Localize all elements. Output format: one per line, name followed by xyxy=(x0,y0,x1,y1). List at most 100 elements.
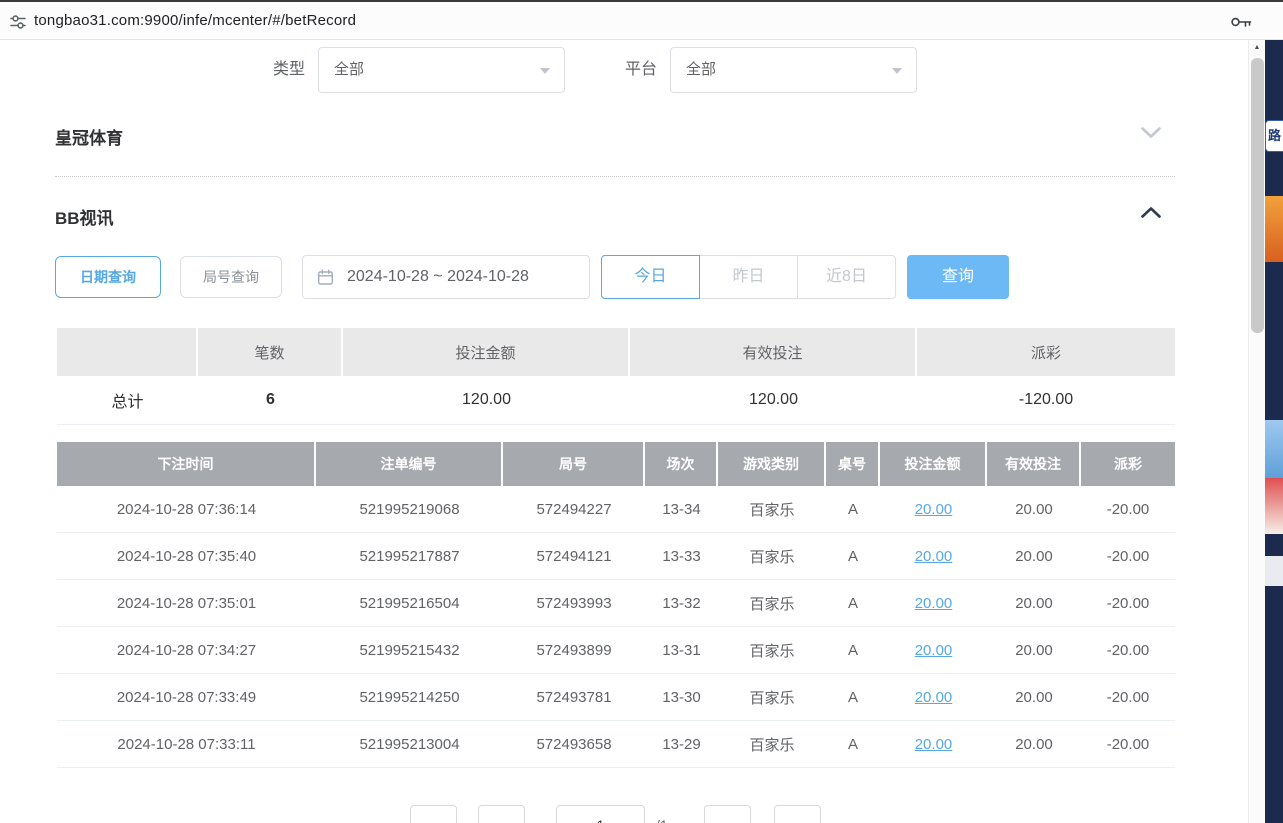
bet-number-cell: 521995216504 xyxy=(316,580,503,627)
chevron-down-icon[interactable] xyxy=(1140,126,1164,142)
yesterday-button[interactable]: 昨日 xyxy=(699,255,798,299)
type-select[interactable]: 全部 xyxy=(318,47,565,93)
section-crown-sports-title: 皇冠体育 xyxy=(55,124,123,149)
col-table-number: 桌号 xyxy=(826,442,880,486)
table-row: 2024-10-28 07:36:14521995219068572494227… xyxy=(57,486,1175,533)
valid-bet-cell: 20.00 xyxy=(987,721,1081,768)
game-type-cell: 百家乐 xyxy=(718,486,826,533)
date-query-button[interactable]: 日期查询 xyxy=(55,256,161,298)
road-map-tab[interactable]: 路 xyxy=(1265,120,1283,152)
search-button[interactable]: 查询 xyxy=(907,255,1009,299)
valid-bet-cell: 20.00 xyxy=(987,674,1081,721)
bet-table-body: 2024-10-28 07:36:14521995219068572494227… xyxy=(57,486,1175,768)
platform-select[interactable]: 全部 xyxy=(670,47,917,93)
chevron-up-icon[interactable] xyxy=(1140,206,1164,222)
bet-amount-link[interactable]: 20.00 xyxy=(915,548,953,565)
vertical-scrollbar[interactable]: ▲ xyxy=(1248,40,1265,823)
round-number-cell: 572494121 xyxy=(503,533,645,580)
col-valid-bet: 有效投注 xyxy=(987,442,1081,486)
round-number-cell: 572493658 xyxy=(503,721,645,768)
bet-amount-link[interactable]: 20.00 xyxy=(915,736,953,753)
scrollbar-thumb[interactable] xyxy=(1251,58,1264,333)
pagination: « ‹ /1 › » xyxy=(410,805,840,823)
payout-cell: -20.00 xyxy=(1081,627,1175,674)
valid-bet-cell: 20.00 xyxy=(987,627,1081,674)
last-8-days-button[interactable]: 近8日 xyxy=(797,255,896,299)
promo-thumbnail-1[interactable] xyxy=(1265,196,1283,262)
last-page-button[interactable]: » xyxy=(774,805,821,823)
table-number-cell: A xyxy=(826,533,880,580)
detail-header-row: 下注时间 注单编号 局号 场次 游戏类别 桌号 投注金额 有效投注 派彩 xyxy=(57,442,1175,486)
page-total-label: /1 xyxy=(656,805,668,823)
bet-time-cell: 2024-10-28 07:35:40 xyxy=(57,533,316,580)
next-page-button[interactable]: › xyxy=(704,805,751,823)
first-page-button[interactable]: « xyxy=(410,805,457,823)
site-settings-icon[interactable] xyxy=(9,13,27,31)
date-range-value: 2024-10-28 ~ 2024-10-28 xyxy=(347,256,529,298)
valid-bet-cell: 20.00 xyxy=(987,533,1081,580)
bet-number-cell: 521995215432 xyxy=(316,627,503,674)
bet-amount-cell: 20.00 xyxy=(880,721,987,768)
promo-thumbnail-4[interactable] xyxy=(1265,556,1283,586)
date-range-input[interactable]: 2024-10-28 ~ 2024-10-28 xyxy=(302,255,590,299)
game-type-cell: 百家乐 xyxy=(718,721,826,768)
table-number-cell: A xyxy=(826,580,880,627)
summary-col-blank xyxy=(57,328,198,376)
bet-detail-table: 下注时间 注单编号 局号 场次 游戏类别 桌号 投注金额 有效投注 派彩 202… xyxy=(57,442,1175,768)
col-payout: 派彩 xyxy=(1081,442,1175,486)
summary-total-row: 总计 6 120.00 120.00 -120.00 xyxy=(57,376,1175,425)
bet-time-cell: 2024-10-28 07:33:11 xyxy=(57,721,316,768)
game-type-cell: 百家乐 xyxy=(718,674,826,721)
promo-thumbnail-3[interactable] xyxy=(1265,478,1283,534)
summary-col-count: 笔数 xyxy=(198,328,343,376)
col-bet-number: 注单编号 xyxy=(316,442,503,486)
valid-bet-cell: 20.00 xyxy=(987,486,1081,533)
bet-time-cell: 2024-10-28 07:33:49 xyxy=(57,674,316,721)
summary-payout-value: -120.00 xyxy=(917,376,1175,425)
table-number-cell: A xyxy=(826,674,880,721)
today-button[interactable]: 今日 xyxy=(601,255,700,299)
game-type-cell: 百家乐 xyxy=(718,533,826,580)
url-text[interactable]: tongbao31.com:9900/infe/mcenter/#/betRec… xyxy=(34,12,356,29)
chevron-down-icon xyxy=(892,68,902,74)
session-cell: 13-31 xyxy=(645,627,718,674)
session-cell: 13-29 xyxy=(645,721,718,768)
valid-bet-cell: 20.00 xyxy=(987,580,1081,627)
summary-col-valid-bet: 有效投注 xyxy=(630,328,917,376)
bet-amount-link[interactable]: 20.00 xyxy=(915,501,953,518)
key-icon[interactable] xyxy=(1230,15,1252,29)
summary-col-bet-amount: 投注金额 xyxy=(343,328,630,376)
calendar-icon xyxy=(317,269,334,286)
prev-page-button[interactable]: ‹ xyxy=(478,805,525,823)
payout-cell: -20.00 xyxy=(1081,580,1175,627)
table-row: 2024-10-28 07:35:40521995217887572494121… xyxy=(57,533,1175,580)
bet-time-cell: 2024-10-28 07:36:14 xyxy=(57,486,316,533)
type-filter-label: 类型 xyxy=(255,47,305,93)
col-session: 场次 xyxy=(645,442,718,486)
bet-amount-link[interactable]: 20.00 xyxy=(915,642,953,659)
bet-number-cell: 521995217887 xyxy=(316,533,503,580)
table-number-cell: A xyxy=(826,486,880,533)
bet-number-cell: 521995219068 xyxy=(316,486,503,533)
table-row: 2024-10-28 07:35:01521995216504572493993… xyxy=(57,580,1175,627)
summary-valid-bet-value: 120.00 xyxy=(630,376,917,425)
summary-total-label: 总计 xyxy=(57,376,198,425)
bet-amount-cell: 20.00 xyxy=(880,674,987,721)
scroll-up-arrow-icon[interactable]: ▲ xyxy=(1249,40,1265,56)
screen: tongbao31.com:9900/infe/mcenter/#/betRec… xyxy=(0,0,1283,823)
quick-range-group: 今日 昨日 近8日 xyxy=(601,255,896,299)
bet-amount-link[interactable]: 20.00 xyxy=(915,689,953,706)
browser-address-bar: tongbao31.com:9900/infe/mcenter/#/betRec… xyxy=(0,0,1283,40)
bet-time-cell: 2024-10-28 07:35:01 xyxy=(57,580,316,627)
type-select-value: 全部 xyxy=(334,48,364,92)
round-query-button[interactable]: 局号查询 xyxy=(180,256,282,298)
col-round-number: 局号 xyxy=(503,442,645,486)
summary-bet-amount-value: 120.00 xyxy=(343,376,630,425)
round-number-cell: 572493993 xyxy=(503,580,645,627)
bet-amount-link[interactable]: 20.00 xyxy=(915,595,953,612)
section-bb-video-title: BB视讯 xyxy=(55,204,114,229)
table-number-cell: A xyxy=(826,627,880,674)
page-input[interactable] xyxy=(556,805,645,823)
table-number-cell: A xyxy=(826,721,880,768)
promo-thumbnail-2[interactable] xyxy=(1265,420,1283,478)
